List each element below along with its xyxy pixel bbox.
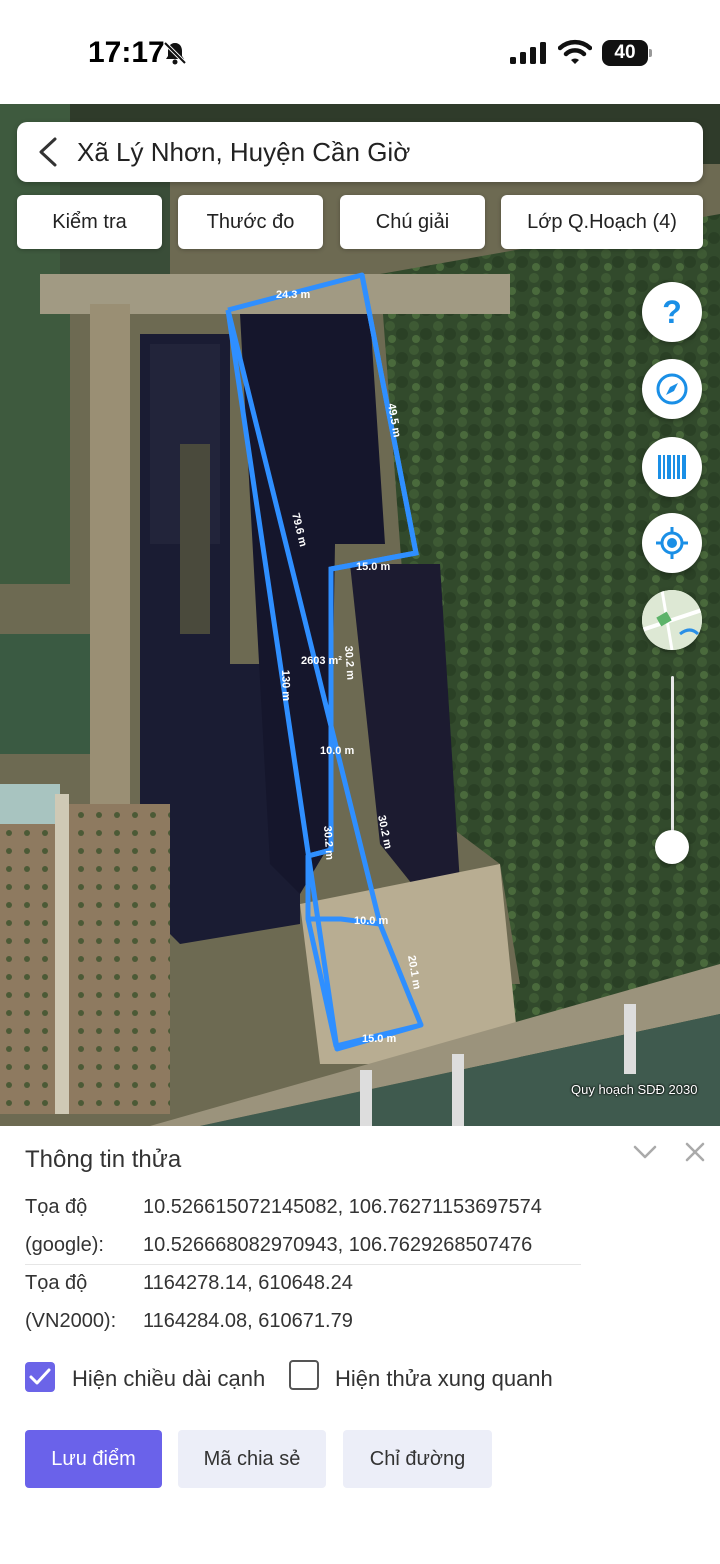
status-bar: 17:17 40 [0,0,720,104]
panel-title: Thông tin thửa [25,1146,182,1173]
signal-icon [510,42,546,64]
compass-icon [656,373,688,405]
google-label-line2: (google): [25,1234,104,1256]
google-coordinates: Tọa độ (google): 10.526615072145082, 106… [25,1194,581,1265]
help-icon: ? [662,294,682,330]
dim-inner-right: 30.2 m [342,645,356,680]
show-edge-lengths-label[interactable]: Hiện chiều dài cạnh [72,1366,265,1392]
vn2000-coord-2: 1164284.08, 610671.79 [143,1310,353,1332]
help-button[interactable]: ? [642,282,702,342]
dim-bottom: 15.0 m [362,1033,396,1045]
battery-level: 40 [614,42,636,63]
google-coord-1: 10.526615072145082, 106.76271153697574 [143,1196,542,1218]
show-neighbors-label[interactable]: Hiện thửa xung quanh [335,1366,553,1392]
locate-icon [656,527,688,559]
parcel-info-panel: Thông tin thửa Tọa độ (google): 10.52661… [0,1126,720,1564]
map-tab-bar: Kiểm tra Thước đo Chú giải Lớp Q.Hoạch (… [17,195,703,249]
locate-button[interactable] [642,513,702,573]
map-view[interactable]: 24.3 m 49.5 m 15.0 m 79.6 m 30.2 m 2603 … [0,104,720,1126]
checkmark-icon [29,1368,51,1385]
tab-measure[interactable]: Thước đo [178,195,323,249]
vn2000-coord-1: 1164278.14, 610648.24 [143,1272,353,1294]
wifi-icon [558,39,592,64]
close-icon[interactable] [684,1141,706,1163]
tab-planning-layers[interactable]: Lớp Q.Hoạch (4) [501,195,703,249]
svg-text:?: ? [662,294,682,330]
vn2000-label-line1: Tọa độ [25,1272,88,1294]
dim-top: 24.3 m [276,289,310,301]
google-label-line1: Tọa độ [25,1196,88,1218]
location-search-bar[interactable]: Xã Lý Nhơn, Huyện Cần Giờ [17,122,703,182]
tab-check[interactable]: Kiểm tra [17,195,162,249]
dim-inner-bottom: 10.0 m [354,915,388,927]
chevron-down-icon[interactable] [632,1142,658,1162]
location-title: Xã Lý Nhơn, Huyện Cần Giờ [77,137,411,167]
barcode-button[interactable] [642,437,702,497]
save-point-button[interactable]: Lưu điểm [25,1430,162,1488]
vn2000-coordinates: Tọa độ (VN2000): 1164278.14, 610648.24 1… [25,1272,581,1340]
dim-inner-left: 30.2 m [321,825,335,860]
dim-left: 130 m [279,670,292,702]
google-coord-2: 10.526668082970943, 106.7629268507476 [143,1234,533,1256]
map-credit: Quy hoạch SDĐ 2030 [571,1082,698,1097]
bell-slash-icon [163,41,187,65]
tab-legend[interactable]: Chú giải [340,195,485,249]
compass-button[interactable] [642,359,702,419]
divider [25,1264,581,1265]
minimap-button[interactable] [642,590,702,650]
barcode-icon [658,455,686,479]
dim-notch: 15.0 m [356,561,390,573]
vn2000-label-line2: (VN2000): [25,1310,117,1332]
show-neighbors-checkbox[interactable] [289,1360,319,1390]
satellite-imagery: 24.3 m 49.5 m 15.0 m 79.6 m 30.2 m 2603 … [0,104,720,1126]
minimap-icon [642,590,702,650]
show-edge-lengths-checkbox[interactable] [25,1362,55,1392]
directions-button[interactable]: Chỉ đường [343,1430,492,1488]
dim-inner-top: 10.0 m [320,745,354,757]
status-time: 17:17 [88,36,165,69]
zoom-slider-track[interactable] [671,676,674,848]
battery-icon: 40 [602,40,652,66]
back-arrow-icon[interactable] [37,136,59,168]
share-code-button[interactable]: Mã chia sẻ [178,1430,326,1488]
parcel-area-label: 2603 m² [301,655,342,667]
zoom-slider-handle[interactable] [655,830,689,864]
